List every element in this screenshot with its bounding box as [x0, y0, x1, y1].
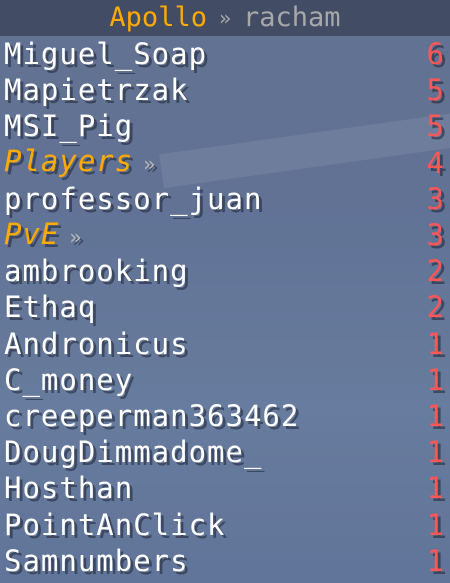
player-score: 1 — [426, 543, 444, 578]
team-score: 3 — [426, 218, 444, 253]
team-name: Players » — [4, 143, 156, 182]
player-name: Andronicus — [4, 326, 189, 361]
player-name: ambrooking — [4, 254, 189, 289]
scoreboard-header: Apollo » racham — [0, 0, 450, 36]
player-score: 1 — [426, 362, 444, 397]
player-score: 1 — [426, 507, 444, 542]
scoreboard-row: Hosthan 1 — [4, 470, 446, 506]
team-name: PvE » — [4, 216, 82, 255]
scoreboard-list: Miguel_Soap 6 Mapietrzak 5 MSI_Pig 5 Pla… — [4, 36, 446, 579]
scoreboard-row: Ethaq 2 — [4, 289, 446, 325]
player-score: 1 — [426, 398, 444, 433]
team-name-label: Players — [4, 144, 134, 179]
scoreboard-title: Apollo — [109, 2, 207, 33]
team-score: 4 — [426, 145, 444, 180]
scoreboard-team-row: Players » 4 — [4, 143, 446, 182]
player-name: creeperman363462 — [4, 398, 300, 433]
separator-arrow-icon: » — [218, 6, 232, 30]
player-score: 6 — [426, 37, 444, 72]
player-name: MSI_Pig — [4, 109, 134, 144]
player-score: 3 — [426, 181, 444, 216]
team-arrow-icon: » — [143, 152, 157, 177]
player-score: 2 — [426, 290, 444, 325]
scoreboard-row: Samnumbers 1 — [4, 543, 446, 579]
player-name: DougDimmadome_ — [4, 435, 263, 470]
player-name: Miguel_Soap — [4, 37, 208, 72]
scoreboard-row: Miguel_Soap 6 — [4, 36, 446, 72]
player-name: Ethaq — [4, 290, 97, 325]
scoreboard-row: PointAnClick 1 — [4, 506, 446, 542]
player-name: Mapietrzak — [4, 73, 189, 108]
player-name: professor_juan — [4, 181, 263, 216]
scoreboard-row: C_money 1 — [4, 362, 446, 398]
team-arrow-icon: » — [69, 224, 83, 249]
player-name: PointAnClick — [4, 507, 226, 542]
player-name: Samnumbers — [4, 543, 189, 578]
player-score: 1 — [426, 471, 444, 506]
player-name: Hosthan — [4, 471, 134, 506]
team-name-label: PvE — [4, 216, 60, 251]
scoreboard-team-row: PvE » 3 — [4, 217, 446, 253]
server-name: racham — [243, 2, 341, 33]
player-score: 2 — [426, 254, 444, 289]
scoreboard-row: DougDimmadome_ 1 — [4, 434, 446, 470]
scoreboard-row: creeperman363462 1 — [4, 398, 446, 434]
scoreboard-row: Andronicus 1 — [4, 326, 446, 362]
scoreboard-row: ambrooking 2 — [4, 253, 446, 289]
player-score: 1 — [426, 435, 444, 470]
scoreboard-row: MSI_Pig 5 — [4, 108, 446, 144]
scoreboard-row: professor_juan 3 — [4, 181, 446, 217]
player-score: 5 — [426, 109, 444, 144]
scoreboard-panel: Apollo » racham Miguel_Soap 6 Mapietrzak… — [0, 0, 450, 583]
player-score: 1 — [426, 326, 444, 361]
player-score: 5 — [426, 73, 444, 108]
scoreboard-row: Mapietrzak 5 — [4, 72, 446, 108]
player-name: C_money — [4, 362, 134, 397]
